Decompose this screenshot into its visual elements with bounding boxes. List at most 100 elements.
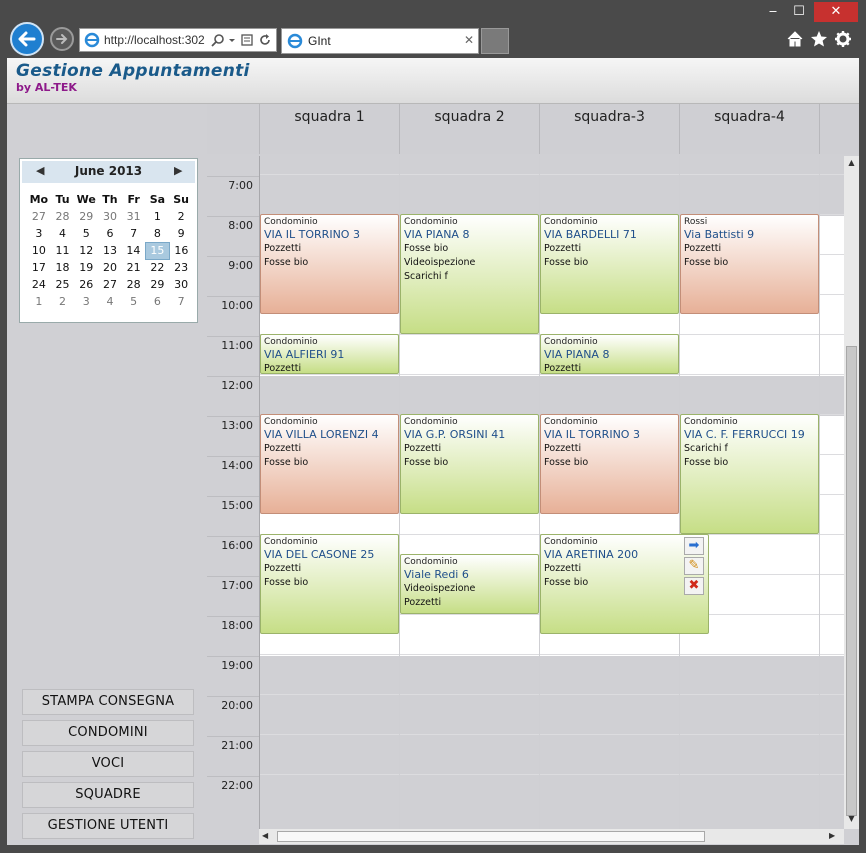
delete-x-icon[interactable]: ✖ [684, 577, 704, 595]
voci-button[interactable]: VOCI [22, 751, 194, 777]
appointment[interactable]: Condominio VIA ALFIERI 91 Pozzetti [260, 334, 399, 374]
appointment[interactable]: Condominio VIA BARDELLI 71 Pozzetti Fosse b… [540, 214, 679, 314]
window-minimize-button[interactable]: ‒ [762, 2, 784, 22]
vertical-scrollbar[interactable]: ▲ ▼ [844, 156, 859, 829]
calendar-day[interactable]: 14 [122, 242, 146, 259]
hour-tick [207, 416, 259, 417]
calendar-day[interactable]: 5 [74, 225, 98, 242]
calendar-day[interactable]: 5 [122, 293, 146, 310]
calendar-day[interactable]: 26 [74, 276, 98, 293]
browser-tab[interactable]: GInt ✕ [281, 28, 479, 54]
address-text[interactable]: http://localhost:302 [104, 33, 208, 47]
calendar-day[interactable]: 20 [98, 259, 122, 276]
appointment[interactable]: Condominio VIA G.P. ORSINI 41 Pozzetti Foss… [400, 414, 539, 514]
calendar-day[interactable]: 18 [51, 259, 75, 276]
vertical-scroll-thumb[interactable] [846, 346, 857, 816]
forward-button[interactable] [50, 27, 74, 51]
scroll-down-arrow-icon[interactable]: ▼ [844, 814, 859, 823]
calendar-day[interactable]: 15 [145, 241, 170, 260]
appointment[interactable]: Condominio VIA IL TORRINO 3 Pozzetti Fosse … [540, 414, 679, 514]
scroll-right-arrow-icon[interactable]: ▶ [829, 831, 835, 840]
new-tab-button[interactable] [481, 28, 509, 54]
calendar-day[interactable]: 30 [98, 208, 122, 225]
calendar-day[interactable]: 29 [146, 276, 170, 293]
appointment[interactable]: Condominio Viale Redi 6 Videoispezione Pozz… [400, 554, 539, 614]
hour-label: 14:00 [221, 459, 253, 472]
calendar-day[interactable]: 19 [74, 259, 98, 276]
edit-pencil-icon[interactable]: ✎ [684, 557, 704, 575]
search-icon[interactable] [211, 33, 225, 47]
calendar-day[interactable]: 29 [74, 208, 98, 225]
appointment[interactable]: Condominio VIA VILLA LORENZI 4 Pozzetti Fos… [260, 414, 399, 514]
back-button[interactable] [10, 22, 44, 56]
calendar-day[interactable]: 28 [51, 208, 75, 225]
calendar-day[interactable]: 2 [51, 293, 75, 310]
calendar-day[interactable]: 7 [122, 225, 146, 242]
resource-header-spacer [819, 104, 844, 154]
scroll-up-arrow-icon[interactable]: ▲ [844, 158, 859, 167]
horizontal-scrollbar[interactable]: ◀ ▶ [259, 829, 844, 844]
hour-label: 18:00 [221, 619, 253, 632]
appointment[interactable]: Condominio VIA DEL CASONE 25 Pozzetti Fosse… [260, 534, 399, 634]
horizontal-scroll-thumb[interactable] [277, 831, 705, 842]
gestione-utenti-button[interactable]: GESTIONE UTENTI [22, 813, 194, 839]
stampa-consegna-button[interactable]: STAMPA CONSEGNA [22, 689, 194, 715]
calendar-day[interactable]: 4 [98, 293, 122, 310]
calendar-day[interactable]: 21 [122, 259, 146, 276]
calendar-day[interactable]: 8 [146, 225, 170, 242]
calendar-day[interactable]: 10 [27, 242, 51, 259]
appointment-client: Condominio [404, 417, 458, 427]
hour-gridline [259, 654, 844, 655]
calendar-day[interactable]: 6 [98, 225, 122, 242]
calendar-day[interactable]: 22 [146, 259, 170, 276]
calendar-day[interactable]: 2 [169, 208, 193, 225]
calendar-day[interactable]: 17 [27, 259, 51, 276]
compatibility-icon[interactable] [240, 33, 254, 47]
calendar-day[interactable]: 3 [74, 293, 98, 310]
appointment[interactable]: Rossi Via Battisti 9 Pozzetti Fosse bio [680, 214, 819, 314]
appointment[interactable]: Condominio VIA PIANA 8 Fosse bio Videoispez… [400, 214, 539, 334]
dropdown-icon[interactable] [228, 33, 236, 47]
calendar-day[interactable]: 13 [98, 242, 122, 259]
browser-chrome: ‒ ☐ ✕ http://localhost:302 GInt ✕ [0, 0, 866, 58]
calendar-day[interactable]: 16 [169, 242, 193, 259]
window-close-button[interactable]: ✕ [814, 2, 858, 22]
window-maximize-button[interactable]: ☐ [788, 2, 810, 22]
address-bar[interactable]: http://localhost:302 [79, 28, 277, 52]
tab-title: GInt [308, 34, 331, 48]
calendar-next-button[interactable]: ▶ [174, 164, 182, 177]
calendar-day[interactable]: 23 [169, 259, 193, 276]
weekday-label: Su [173, 193, 189, 206]
calendar-day[interactable]: 31 [122, 208, 146, 225]
calendar-day[interactable]: 7 [169, 293, 193, 310]
scheduler-work-area[interactable]: Condominio VIA IL TORRINO 3 Pozzetti Fosse … [259, 156, 844, 829]
calendar-day[interactable]: 28 [122, 276, 146, 293]
move-arrow-icon[interactable]: ➡ [684, 537, 704, 555]
calendar-day[interactable]: 27 [27, 208, 51, 225]
favorites-star-icon[interactable] [810, 30, 828, 48]
calendar-day[interactable]: 9 [169, 225, 193, 242]
refresh-icon[interactable] [258, 33, 272, 47]
calendar-month-title[interactable]: June 2013 [22, 164, 195, 178]
scheduler-grid[interactable]: 6:007:008:009:0010:0011:0012:0013:0014:0… [207, 156, 844, 829]
calendar-day[interactable]: 12 [74, 242, 98, 259]
condomini-button[interactable]: CONDOMINI [22, 720, 194, 746]
settings-gear-icon[interactable] [834, 30, 852, 48]
calendar-day[interactable]: 3 [27, 225, 51, 242]
appointment[interactable]: Condominio VIA C. F. FERRUCCI 19 Scarichi … [680, 414, 819, 534]
calendar-day[interactable]: 24 [27, 276, 51, 293]
calendar-day[interactable]: 1 [146, 208, 170, 225]
calendar-day[interactable]: 1 [27, 293, 51, 310]
calendar-day[interactable]: 25 [51, 276, 75, 293]
calendar-day[interactable]: 27 [98, 276, 122, 293]
home-icon[interactable] [786, 30, 804, 48]
appointment[interactable]: Condominio VIA IL TORRINO 3 Pozzetti Fosse … [260, 214, 399, 314]
tab-close-button[interactable]: ✕ [464, 33, 474, 47]
scroll-left-arrow-icon[interactable]: ◀ [262, 831, 268, 840]
appointment[interactable]: Condominio VIA PIANA 8 Pozzetti [540, 334, 679, 374]
calendar-day[interactable]: 4 [51, 225, 75, 242]
calendar-day[interactable]: 30 [169, 276, 193, 293]
squadre-button[interactable]: SQUADRE [22, 782, 194, 808]
calendar-day[interactable]: 11 [51, 242, 75, 259]
calendar-day[interactable]: 6 [146, 293, 170, 310]
